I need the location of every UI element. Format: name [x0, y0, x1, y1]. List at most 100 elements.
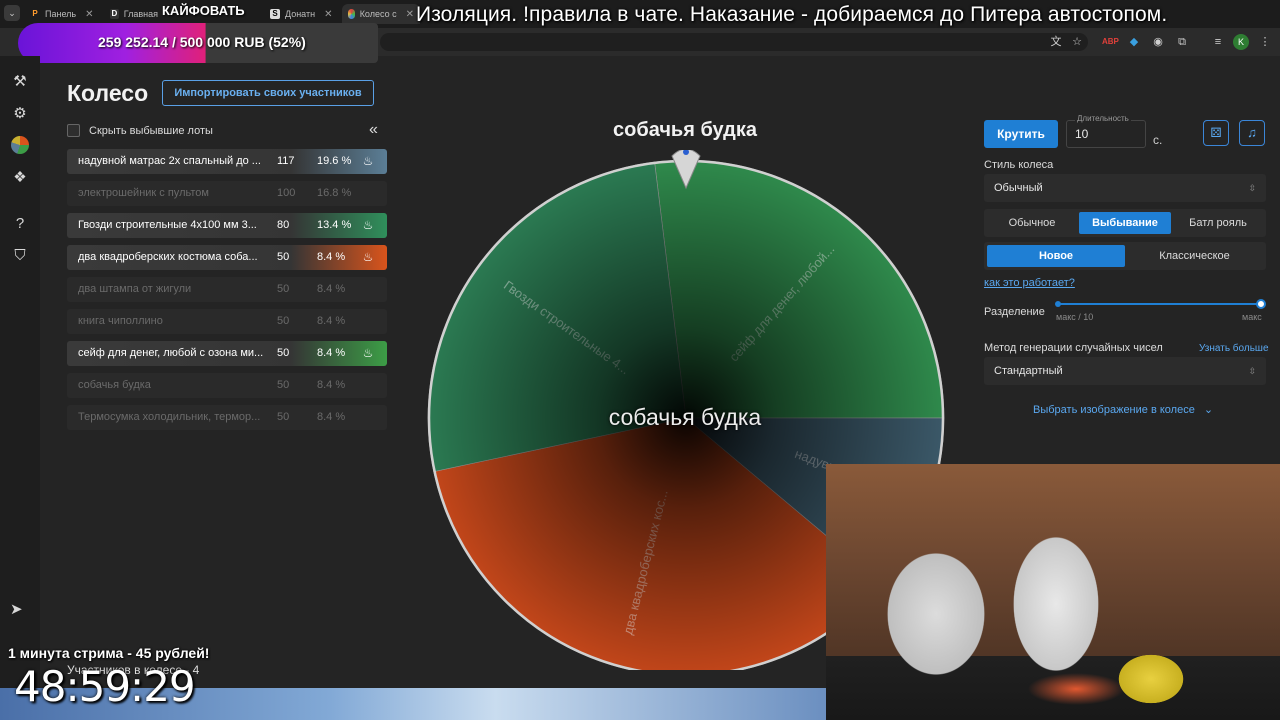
collapse-panel-icon[interactable]: « [369, 121, 378, 139]
close-tab-icon[interactable]: ✕ [406, 9, 414, 20]
stream-title-overlay: Изоляция. !правила в чате. Наказание - д… [416, 3, 1168, 26]
bookmark-star-icon[interactable]: ☆ [1069, 34, 1085, 50]
lot-percent: 8.4 % [317, 315, 346, 327]
hide-eliminated-checkbox[interactable] [67, 124, 80, 137]
chevron-down-icon: ⌄ [1203, 404, 1214, 416]
shield-icon[interactable]: ⛉ [10, 246, 30, 266]
split-label: Разделение [984, 306, 1045, 318]
layers-icon[interactable]: ❖ [10, 168, 30, 188]
lightbulb-icon[interactable]: ♨ [361, 154, 375, 169]
lot-row[interactable]: два штампа от жигули 50 8.4 % [67, 277, 387, 302]
tab-label: Колесо с [359, 9, 397, 19]
extension-icon[interactable]: ◉ [1150, 34, 1166, 50]
rng-method-label: Метод генерации случайных чисел [984, 342, 1163, 354]
browser-tab[interactable]: D Главная [110, 4, 158, 24]
mode-normal-tab[interactable]: Обычное [990, 212, 1074, 234]
rng-method-select[interactable]: Стандартный ⇳ [984, 357, 1266, 385]
stream-promo-text: 1 минута стрима - 45 рублей! [8, 645, 210, 661]
lot-amount: 100 [277, 187, 296, 199]
browser-menu-icon[interactable]: ⋮ [1257, 34, 1273, 50]
url-field[interactable] [380, 33, 1088, 51]
page-title: Колесо [67, 80, 149, 106]
wheel-style-select[interactable]: Обычный ⇳ [984, 174, 1266, 202]
duration-value[interactable]: 10 [1075, 127, 1088, 141]
lot-row[interactable]: надувной матрас 2х спальный до ... 117 19.… [67, 149, 387, 174]
lot-name: электрошейник с пультом [78, 187, 209, 199]
tab-search-button[interactable]: ⌄ [4, 5, 20, 21]
settings-gear-icon[interactable]: ⚙ [10, 104, 30, 124]
tab-label: Главная [123, 9, 158, 19]
telegram-icon[interactable]: ➤ [10, 600, 23, 618]
lot-percent: 8.4 % [317, 283, 346, 295]
profile-avatar[interactable]: K [1233, 34, 1249, 50]
help-icon[interactable]: ? [10, 214, 30, 234]
lot-row[interactable]: собачья будка 50 8.4 % [67, 373, 387, 398]
lot-name: Термосумка холодильник, термор... [78, 411, 261, 423]
browser-tab[interactable]: S Донатн ✕ [270, 4, 334, 24]
variant-new-tab[interactable]: Новое [987, 245, 1125, 267]
lot-name: два квадроберских костюма соба... [78, 251, 258, 263]
select-arrows-icon: ⇳ [1248, 366, 1256, 376]
rng-method-value: Стандартный [994, 365, 1063, 377]
lot-row[interactable]: Гвозди строительные 4х100 мм 3... 80 13.4 … [67, 213, 387, 238]
lot-amount: 117 [277, 155, 295, 167]
lot-percent: 8.4 % [317, 379, 346, 391]
lot-amount: 80 [277, 219, 290, 231]
hide-eliminated-label: Скрыть выбывшие лоты [89, 125, 213, 137]
wheel-nav-icon[interactable] [11, 136, 29, 154]
browser-tab[interactable]: P Панель ✕ [30, 4, 96, 24]
translate-icon[interactable]: 文 [1048, 34, 1064, 50]
dice-icon[interactable]: ⚄ [1203, 120, 1229, 146]
lot-percent: 8.4 % [317, 347, 346, 359]
lot-name: надувной матрас 2х спальный до ... [78, 155, 261, 167]
d-favicon-icon: D [110, 9, 119, 19]
lot-percent: 8.4 % [317, 411, 346, 423]
mode-elimination-tab[interactable]: Выбывание [1079, 212, 1171, 234]
import-participants-button[interactable]: Импортировать своих участников [162, 80, 374, 106]
lot-amount: 50 [277, 315, 290, 327]
s-favicon-icon: S [270, 9, 280, 19]
split-slider-track[interactable] [1058, 303, 1261, 305]
side-navigation [0, 56, 40, 720]
auction-hammer-icon[interactable]: ⚒ [10, 72, 30, 92]
lightbulb-icon[interactable]: ♨ [361, 346, 375, 361]
lot-row[interactable]: Термосумка холодильник, термор... 50 8.4 % [67, 405, 387, 430]
extensions-puzzle-icon[interactable]: ⧉ [1174, 34, 1190, 50]
spin-button[interactable]: Крутить [984, 120, 1058, 148]
reading-list-icon[interactable]: ≡ [1210, 34, 1226, 50]
webcam-scene [826, 464, 1280, 720]
browser-tab-active[interactable]: Колесо с ✕ [342, 4, 420, 24]
wheel-center-label: собачья будка [608, 404, 762, 430]
tab-label: Панель [45, 9, 77, 19]
variant-classic-tab[interactable]: Классическое [1126, 245, 1263, 267]
split-slider-thumb[interactable] [1256, 299, 1266, 309]
variant-segmented-control: Новое Классическое [984, 242, 1266, 270]
stream-timer: 48:59:29 [14, 662, 196, 711]
lot-row[interactable]: сейф для денег, любой с озона ми... 50 8.4… [67, 341, 387, 366]
lot-amount: 50 [277, 379, 290, 391]
lot-row[interactable]: электрошейник с пультом 100 16.8 % [67, 181, 387, 206]
learn-more-link[interactable]: Узнать больше [1199, 343, 1269, 354]
lot-row[interactable]: два квадроберских костюма соба... 50 8.4 %… [67, 245, 387, 270]
wheel-style-value: Обычный [994, 182, 1043, 194]
lot-row[interactable]: книга чиполлино 50 8.4 % [67, 309, 387, 334]
lot-list: надувной матрас 2х спальный до ... 117 19.… [67, 149, 387, 437]
adblock-icon[interactable]: ABP [1102, 34, 1119, 50]
lightbulb-icon[interactable]: ♨ [361, 218, 375, 233]
lot-name: книга чиполлино [78, 315, 163, 327]
extension-icon[interactable]: ◆ [1126, 34, 1142, 50]
lot-percent: 13.4 % [317, 219, 352, 231]
split-min-label: макс / 10 [1056, 312, 1094, 322]
tab-label: Донатн [285, 9, 316, 19]
donation-progress-text: 259 252.14 / 500 000 RUB (52%) [98, 34, 306, 50]
mode-battle-royale-tab[interactable]: Батл рояль [1176, 212, 1260, 234]
choose-wheel-image-button[interactable]: Выбрать изображение в колесе ⌄ [1033, 403, 1213, 416]
lot-name: сейф для денег, любой с озона ми... [78, 347, 264, 359]
music-icon[interactable]: ♫ [1239, 120, 1265, 146]
choose-wheel-image-label: Выбрать изображение в колесе [1033, 404, 1195, 416]
how-it-works-link[interactable]: как это работает? [984, 277, 1075, 289]
lightbulb-icon[interactable]: ♨ [361, 250, 375, 265]
close-tab-icon[interactable]: ✕ [324, 9, 332, 20]
close-tab-icon[interactable]: ✕ [85, 9, 93, 20]
duration-unit: с. [1153, 133, 1163, 147]
